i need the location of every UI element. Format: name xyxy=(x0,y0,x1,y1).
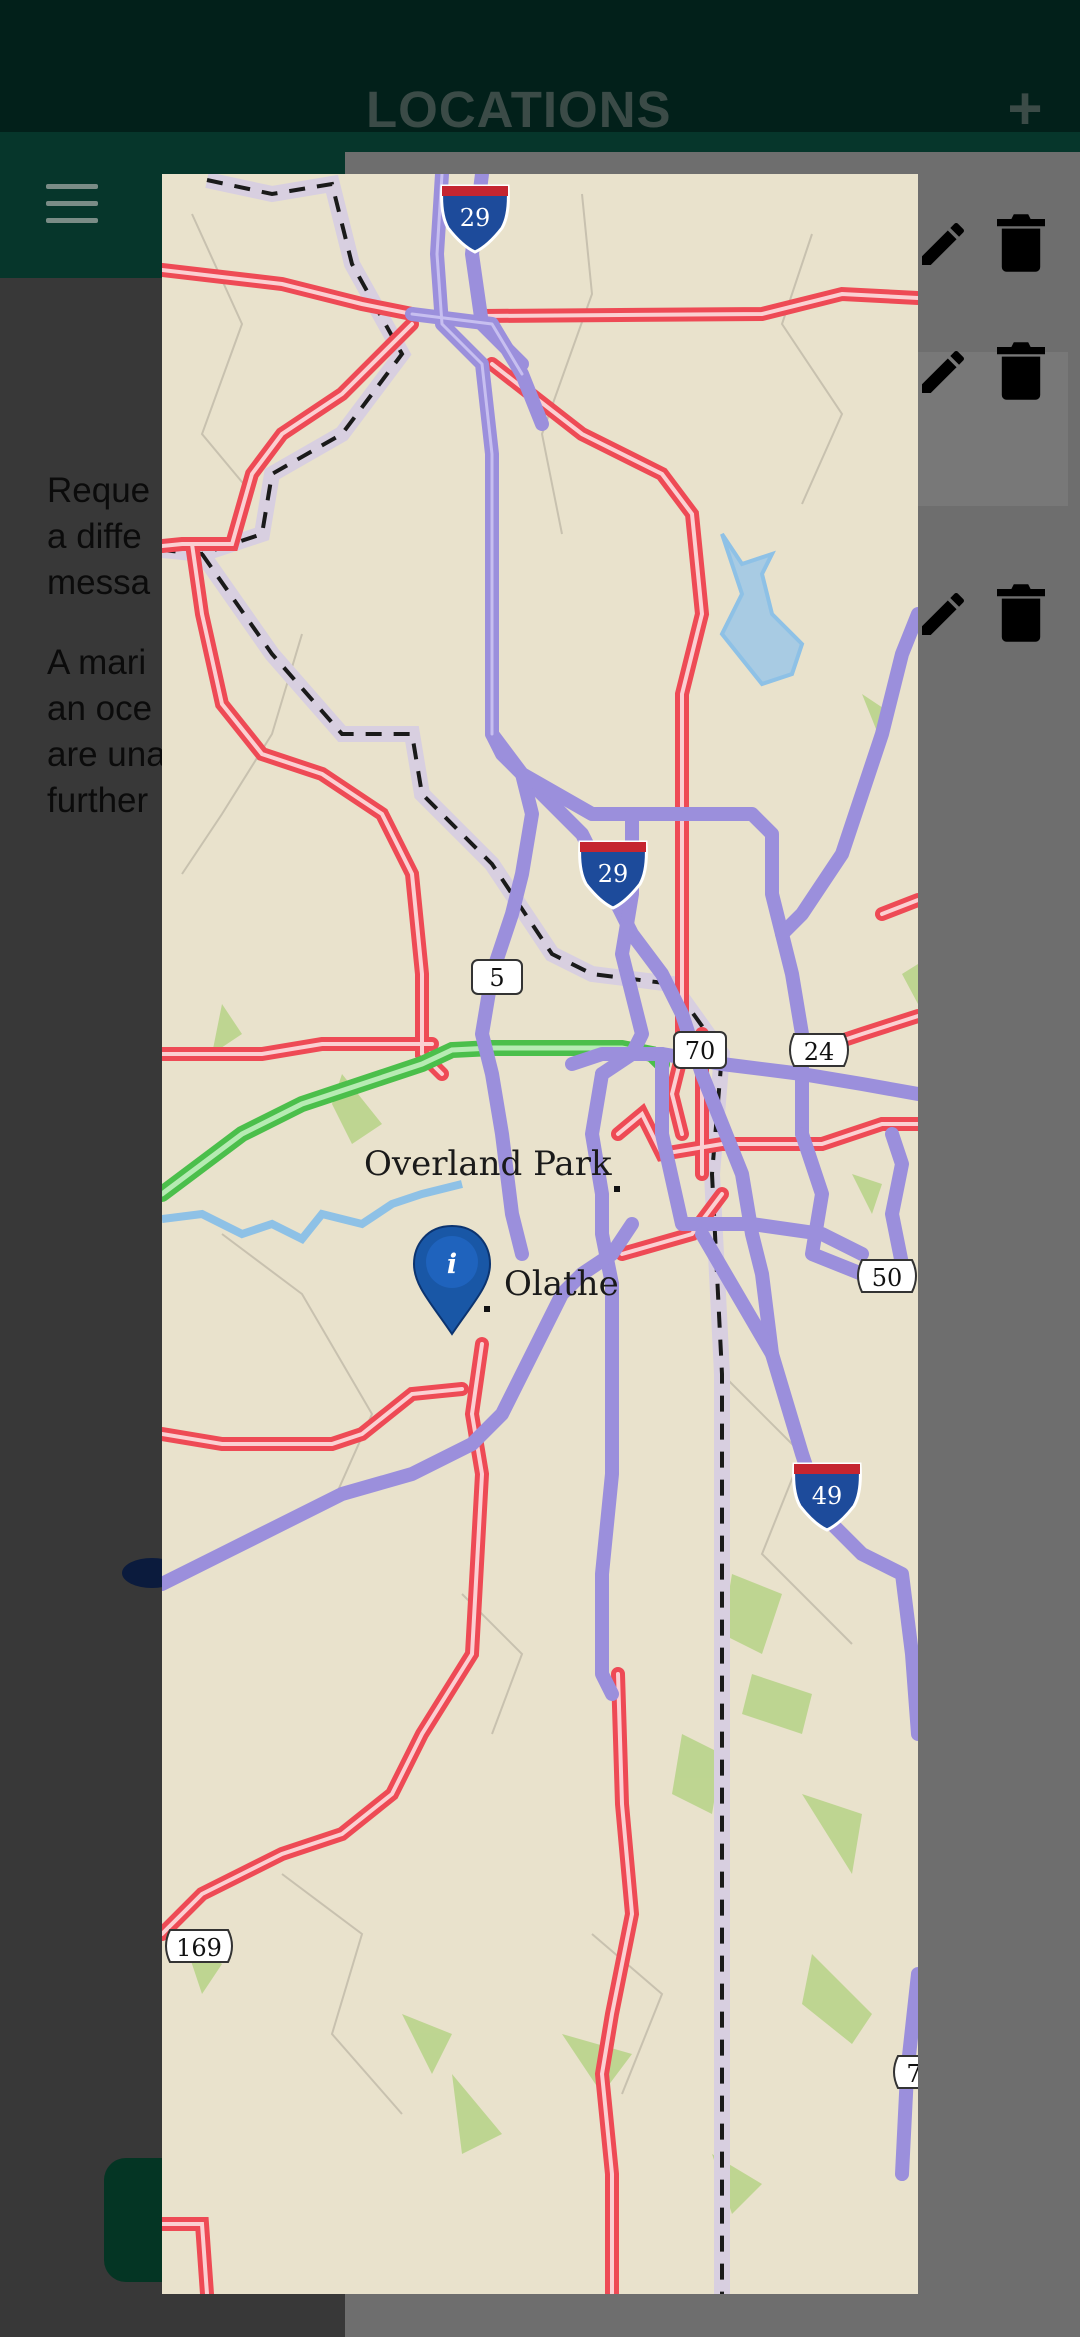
edit-icon[interactable] xyxy=(915,344,971,400)
city-dot-overland-park xyxy=(614,1186,620,1192)
svg-text:29: 29 xyxy=(460,204,491,232)
state-shield-5: 5 xyxy=(471,959,523,995)
svg-text:49: 49 xyxy=(812,1482,843,1510)
city-label-overland-park: Overland Park xyxy=(364,1144,612,1184)
edit-icon[interactable] xyxy=(915,586,971,642)
svg-text:i: i xyxy=(447,1249,457,1280)
city-label-olathe: Olathe xyxy=(504,1264,619,1304)
add-location-button[interactable]: + xyxy=(1000,79,1050,139)
edit-icon[interactable] xyxy=(915,216,971,272)
svg-text:70: 70 xyxy=(685,1037,716,1065)
svg-text:169: 169 xyxy=(176,1934,222,1962)
route-shield-70: 70 xyxy=(673,1031,727,1069)
map-canvas[interactable]: 29 29 49 5 70 24 50 169 7 Overland Park … xyxy=(162,174,918,2294)
menu-icon[interactable] xyxy=(46,184,98,226)
svg-text:50: 50 xyxy=(872,1264,903,1292)
map-dialog[interactable]: 29 29 49 5 70 24 50 169 7 Overland Park … xyxy=(162,174,918,2294)
delete-icon[interactable] xyxy=(997,214,1045,272)
svg-text:24: 24 xyxy=(804,1038,835,1066)
delete-icon[interactable] xyxy=(997,342,1045,400)
delete-icon[interactable] xyxy=(997,584,1045,642)
city-dot-olathe xyxy=(484,1306,490,1312)
svg-text:7: 7 xyxy=(906,2060,918,2088)
us-shield-50: 50 xyxy=(857,1259,917,1293)
us-shield-169: 169 xyxy=(165,1929,233,1963)
us-shield-7: 7 xyxy=(893,2055,918,2089)
svg-text:5: 5 xyxy=(489,964,504,992)
us-shield-24: 24 xyxy=(789,1033,849,1067)
drawer-title: LOCATIONS xyxy=(366,81,672,138)
svg-text:29: 29 xyxy=(598,860,629,888)
